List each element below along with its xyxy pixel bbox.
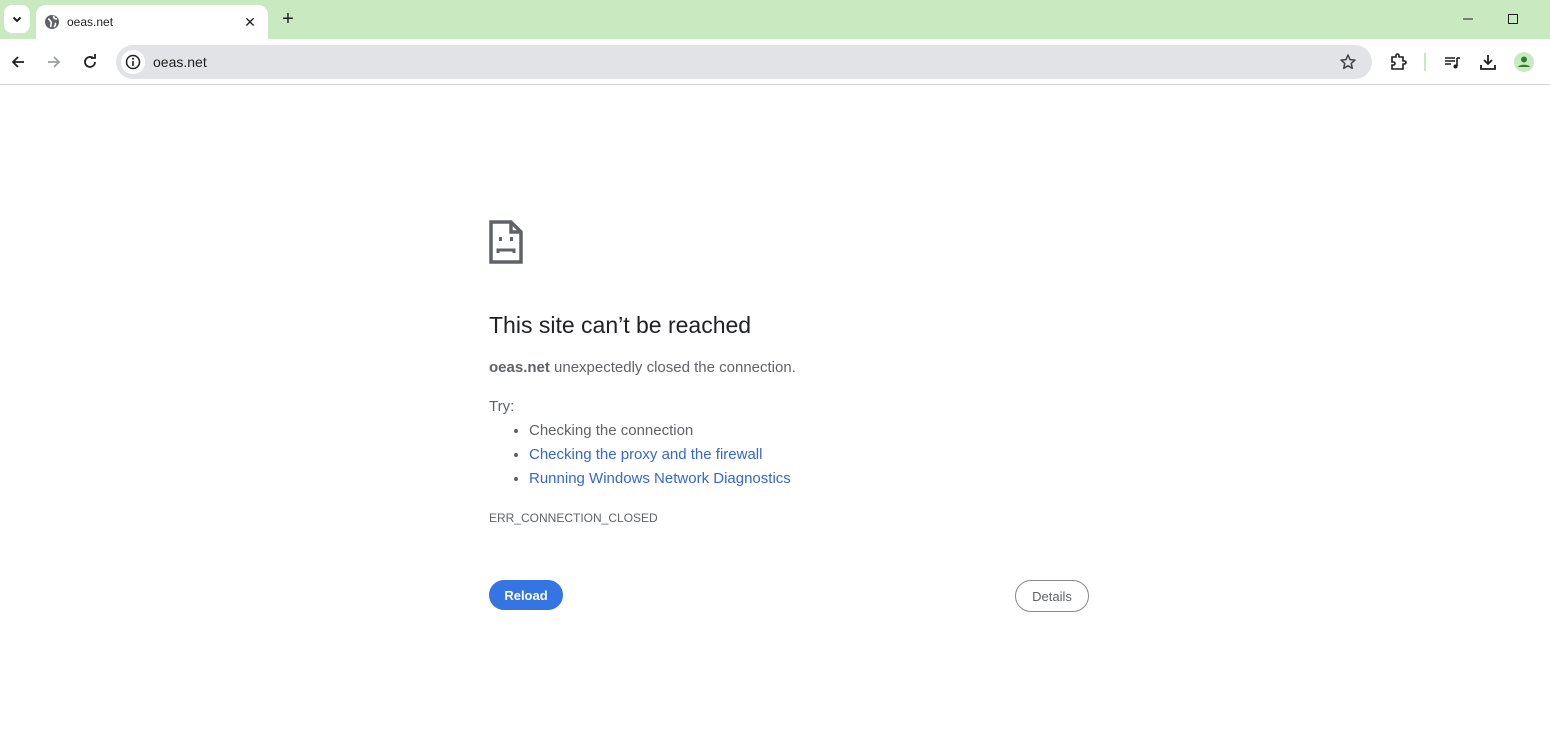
chevron-down-icon (12, 16, 22, 23)
suggestion-network-diagnostics-link[interactable]: Running Windows Network Diagnostics (529, 470, 791, 487)
minimize-button[interactable] (1456, 8, 1480, 30)
suggestion-item: Checking the connection (529, 422, 791, 446)
info-icon (125, 54, 141, 70)
error-code: ERR_CONNECTION_CLOSED (489, 511, 658, 525)
maximize-button[interactable] (1501, 8, 1525, 30)
details-button[interactable]: Details (1015, 580, 1089, 612)
suggestion-item: Running Windows Network Diagnostics (529, 470, 791, 494)
suggestion-check-connection: Checking the connection (529, 422, 694, 439)
error-page: This site can’t be reached oeas.net unex… (489, 220, 1089, 612)
error-summary: oeas.net unexpectedly closed the connect… (489, 359, 796, 376)
star-icon (1340, 54, 1356, 70)
error-title: This site can’t be reached (489, 312, 752, 338)
back-button[interactable] (6, 50, 30, 74)
close-tab-icon[interactable]: ✕ (240, 12, 260, 32)
address-text: oeas.net (153, 54, 207, 70)
sad-document-icon (489, 220, 523, 264)
tab-strip: oeas.net ✕ + (0, 0, 1550, 39)
suggestion-item: Checking the proxy and the firewall (529, 446, 791, 470)
playlist-music-icon (1445, 57, 1460, 69)
reload-toolbar-button[interactable] (78, 50, 102, 74)
toolbar-divider (1424, 53, 1426, 71)
profile-button[interactable] (1512, 50, 1536, 74)
site-info-button[interactable] (121, 50, 145, 74)
arrow-right-icon (48, 56, 61, 68)
avatar-icon (1514, 52, 1534, 72)
puzzle-icon (1391, 53, 1407, 70)
reload-icon (84, 54, 96, 68)
extensions-button[interactable] (1386, 50, 1410, 74)
download-icon (1480, 55, 1496, 70)
suggestion-proxy-firewall-link[interactable]: Checking the proxy and the firewall (529, 446, 762, 463)
bookmark-button[interactable] (1336, 50, 1360, 74)
address-bar[interactable]: oeas.net (116, 45, 1372, 79)
suggestions-list: Checking the connection Checking the pro… (511, 422, 791, 494)
forward-button[interactable] (42, 50, 66, 74)
reload-button[interactable]: Reload (489, 580, 563, 610)
toolbar: oeas.net (0, 39, 1550, 85)
arrow-left-icon (11, 56, 24, 68)
maximize-icon (1508, 14, 1518, 24)
media-control-button[interactable] (1440, 50, 1464, 74)
error-message: unexpectedly closed the connection. (549, 359, 796, 376)
downloads-button[interactable] (1476, 50, 1500, 74)
error-host: oeas.net (489, 359, 550, 376)
minimize-icon (1463, 18, 1473, 20)
try-label: Try: (489, 398, 515, 415)
tab-active[interactable]: oeas.net ✕ (36, 5, 268, 39)
new-tab-button[interactable]: + (277, 8, 299, 30)
globe-icon (45, 15, 59, 29)
tab-search-button[interactable] (4, 5, 30, 33)
tab-title: oeas.net (67, 15, 114, 29)
